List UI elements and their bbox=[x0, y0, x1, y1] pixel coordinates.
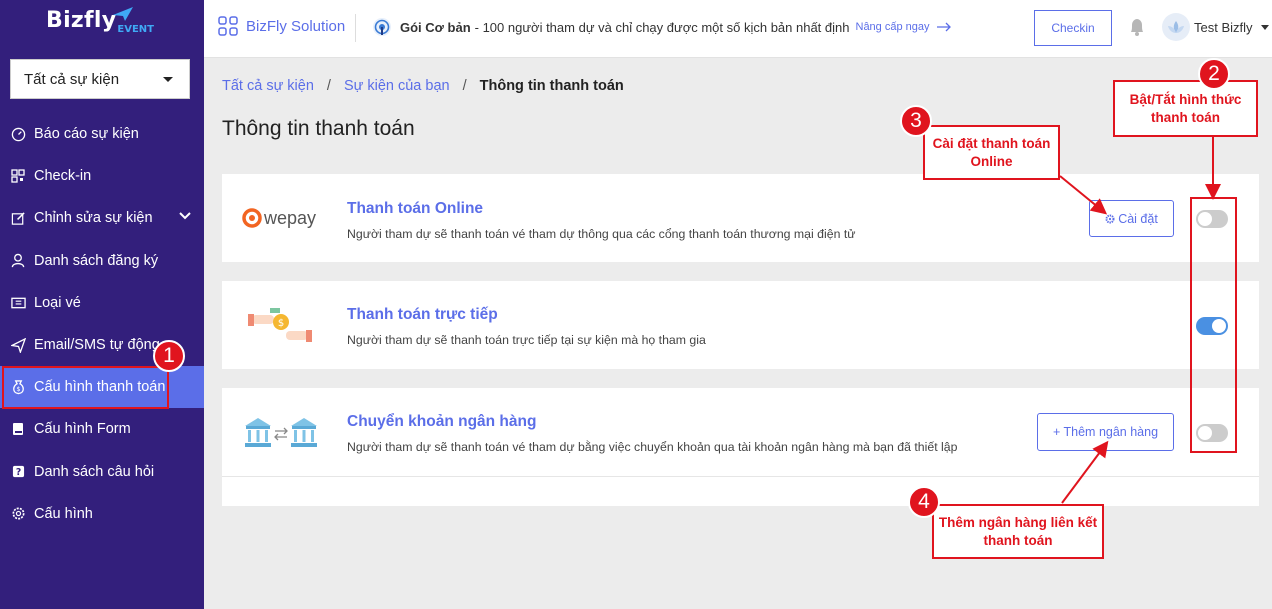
book-icon bbox=[10, 421, 26, 437]
brand-name: BizFly Solution bbox=[246, 17, 346, 35]
arrow-right-icon[interactable] bbox=[936, 22, 952, 32]
sidebar-item-label: Cấu hình bbox=[34, 505, 93, 522]
user-menu[interactable]: Test Bizfly bbox=[1162, 13, 1269, 41]
gear-icon bbox=[1105, 214, 1115, 223]
online-settings-label: Cài đặt bbox=[1118, 211, 1158, 226]
brand-switcher[interactable]: BizFly Solution bbox=[218, 16, 345, 36]
upgrade-link[interactable]: Nâng cấp ngay bbox=[856, 21, 930, 33]
edit-icon bbox=[10, 210, 26, 226]
broadcast-icon bbox=[373, 18, 391, 36]
annotation-badge-2: 2 bbox=[1198, 58, 1230, 90]
sidebar-item-event-report[interactable]: Báo cáo sự kiện bbox=[0, 113, 204, 155]
breadcrumb-all-events[interactable]: Tất cả sự kiện bbox=[222, 78, 314, 94]
plan-name: Gói Cơ bản bbox=[400, 19, 471, 35]
sidebar-item-questions[interactable]: ? Danh sách câu hỏi bbox=[0, 451, 204, 493]
sidebar-item-settings[interactable]: Cấu hình bbox=[0, 493, 204, 535]
gauge-icon bbox=[10, 126, 26, 142]
sidebar-item-ticket-types[interactable]: Loại vé bbox=[0, 282, 204, 324]
annotation-badge-3: 3 bbox=[900, 105, 932, 137]
checkin-button[interactable]: Checkin bbox=[1034, 10, 1112, 46]
breadcrumb-current: Thông tin thanh toán bbox=[479, 78, 624, 94]
annotation-highlight-toggles bbox=[1190, 197, 1237, 453]
sidebar-item-registrations[interactable]: Danh sách đăng ký bbox=[0, 240, 204, 282]
sidebar-item-edit-event[interactable]: Chỉnh sửa sự kiện bbox=[0, 197, 204, 239]
question-icon: ? bbox=[10, 464, 26, 480]
sidebar-item-label: Email/SMS tự động bbox=[34, 337, 160, 354]
breadcrumb-separator: / bbox=[326, 78, 331, 94]
sidebar: Bizfly EVENT Tất cả sự kiện Báo cáo sự k… bbox=[0, 0, 204, 609]
payment-method-direct: $ Thanh toán trực tiếp Người tham dự sẽ … bbox=[222, 281, 1259, 369]
logo-subtext: EVENT bbox=[117, 24, 154, 35]
annotation-badge-4: 4 bbox=[908, 486, 940, 518]
top-header: BizFly Solution Gói Cơ bản - 100 người t… bbox=[204, 0, 1272, 58]
plan-banner: Gói Cơ bản - 100 người tham dự và chỉ ch… bbox=[372, 17, 952, 37]
method-name: Chuyển khoản ngân hàng bbox=[347, 413, 537, 430]
breadcrumb: Tất cả sự kiện / Sự kiện của bạn / Thông… bbox=[222, 78, 624, 94]
svg-text:$: $ bbox=[278, 318, 284, 329]
gear-icon bbox=[10, 506, 26, 522]
annotation-callout-online-settings: Cài đặt thanh toán Online bbox=[923, 125, 1060, 180]
sidebar-item-form-config[interactable]: Cấu hình Form bbox=[0, 408, 204, 450]
sidebar-item-label: Cấu hình Form bbox=[34, 421, 131, 438]
sidebar-item-check-in[interactable]: Check-in bbox=[0, 155, 204, 197]
send-icon bbox=[10, 337, 26, 353]
method-description: Người tham dự sẽ thanh toán vé tham dự t… bbox=[347, 227, 856, 241]
add-bank-button[interactable]: + Thêm ngân hàng bbox=[1037, 413, 1174, 451]
user-name: Test Bizfly bbox=[1194, 19, 1253, 35]
caret-down-icon bbox=[1260, 24, 1269, 30]
sidebar-nav: Báo cáo sự kiện Check-in Chỉnh sửa sự ki… bbox=[0, 113, 204, 535]
annotation-highlight-payment-config bbox=[2, 366, 169, 409]
sidebar-item-label: Báo cáo sự kiện bbox=[34, 126, 139, 143]
cash-handover-icon: $ bbox=[248, 303, 312, 350]
method-name: Thanh toán Online bbox=[347, 200, 484, 217]
header-divider bbox=[355, 14, 356, 42]
sidebar-item-label: Check-in bbox=[34, 168, 92, 185]
annotation-callout-add-bank: Thêm ngân hàng liên kết thanh toán bbox=[932, 504, 1104, 559]
sidebar-item-label: Loại vé bbox=[34, 294, 81, 311]
lotus-icon bbox=[1168, 21, 1184, 33]
plan-description: - 100 người tham dự và chỉ chạy được một… bbox=[474, 19, 850, 35]
grid-apps-icon bbox=[218, 16, 238, 36]
payment-method-online: wepay Thanh toán Online Người tham dự sẽ… bbox=[222, 174, 1259, 262]
paper-plane-icon bbox=[113, 7, 133, 21]
user-icon bbox=[10, 253, 26, 269]
qr-icon bbox=[10, 168, 26, 184]
method-description: Người tham dự sẽ thanh toán vé tham dự b… bbox=[347, 440, 958, 454]
logo-text: Bizfly bbox=[46, 8, 117, 33]
wepay-logo-icon: wepay bbox=[242, 208, 316, 228]
annotation-badge-1: 1 bbox=[153, 340, 185, 372]
annotation-callout-toggle: Bật/Tắt hình thức thanh toán bbox=[1113, 80, 1258, 137]
wepay-logo-text: wepay bbox=[263, 208, 316, 228]
caret-down-icon bbox=[163, 77, 173, 82]
sidebar-item-label: Danh sách đăng ký bbox=[34, 252, 159, 269]
event-select[interactable]: Tất cả sự kiện bbox=[10, 59, 190, 99]
card-divider bbox=[222, 476, 1259, 477]
bell-icon[interactable] bbox=[1128, 17, 1146, 37]
event-select-value: Tất cả sự kiện bbox=[24, 70, 120, 88]
method-description: Người tham dự sẽ thanh toán trực tiếp tạ… bbox=[347, 333, 706, 347]
page-title: Thông tin thanh toán bbox=[222, 117, 415, 140]
breadcrumb-your-events[interactable]: Sự kiện của bạn bbox=[344, 78, 450, 94]
chevron-down-icon[interactable] bbox=[178, 211, 192, 221]
ticket-icon bbox=[10, 295, 26, 311]
sidebar-item-label: Chỉnh sửa sự kiện bbox=[34, 210, 153, 227]
method-name: Thanh toán trực tiếp bbox=[347, 306, 498, 323]
svg-text:?: ? bbox=[15, 467, 20, 478]
wepay-logo: wepay bbox=[242, 206, 322, 235]
online-settings-button[interactable]: Cài đặt bbox=[1089, 200, 1174, 237]
payment-method-bank-transfer: Chuyển khoản ngân hàng Người tham dự sẽ … bbox=[222, 388, 1259, 506]
bizfly-event-logo[interactable]: Bizfly EVENT bbox=[46, 7, 154, 44]
breadcrumb-separator: / bbox=[462, 78, 467, 94]
avatar bbox=[1162, 13, 1190, 41]
sidebar-item-label: Danh sách câu hỏi bbox=[34, 463, 155, 480]
bank-transfer-icon bbox=[243, 416, 319, 455]
